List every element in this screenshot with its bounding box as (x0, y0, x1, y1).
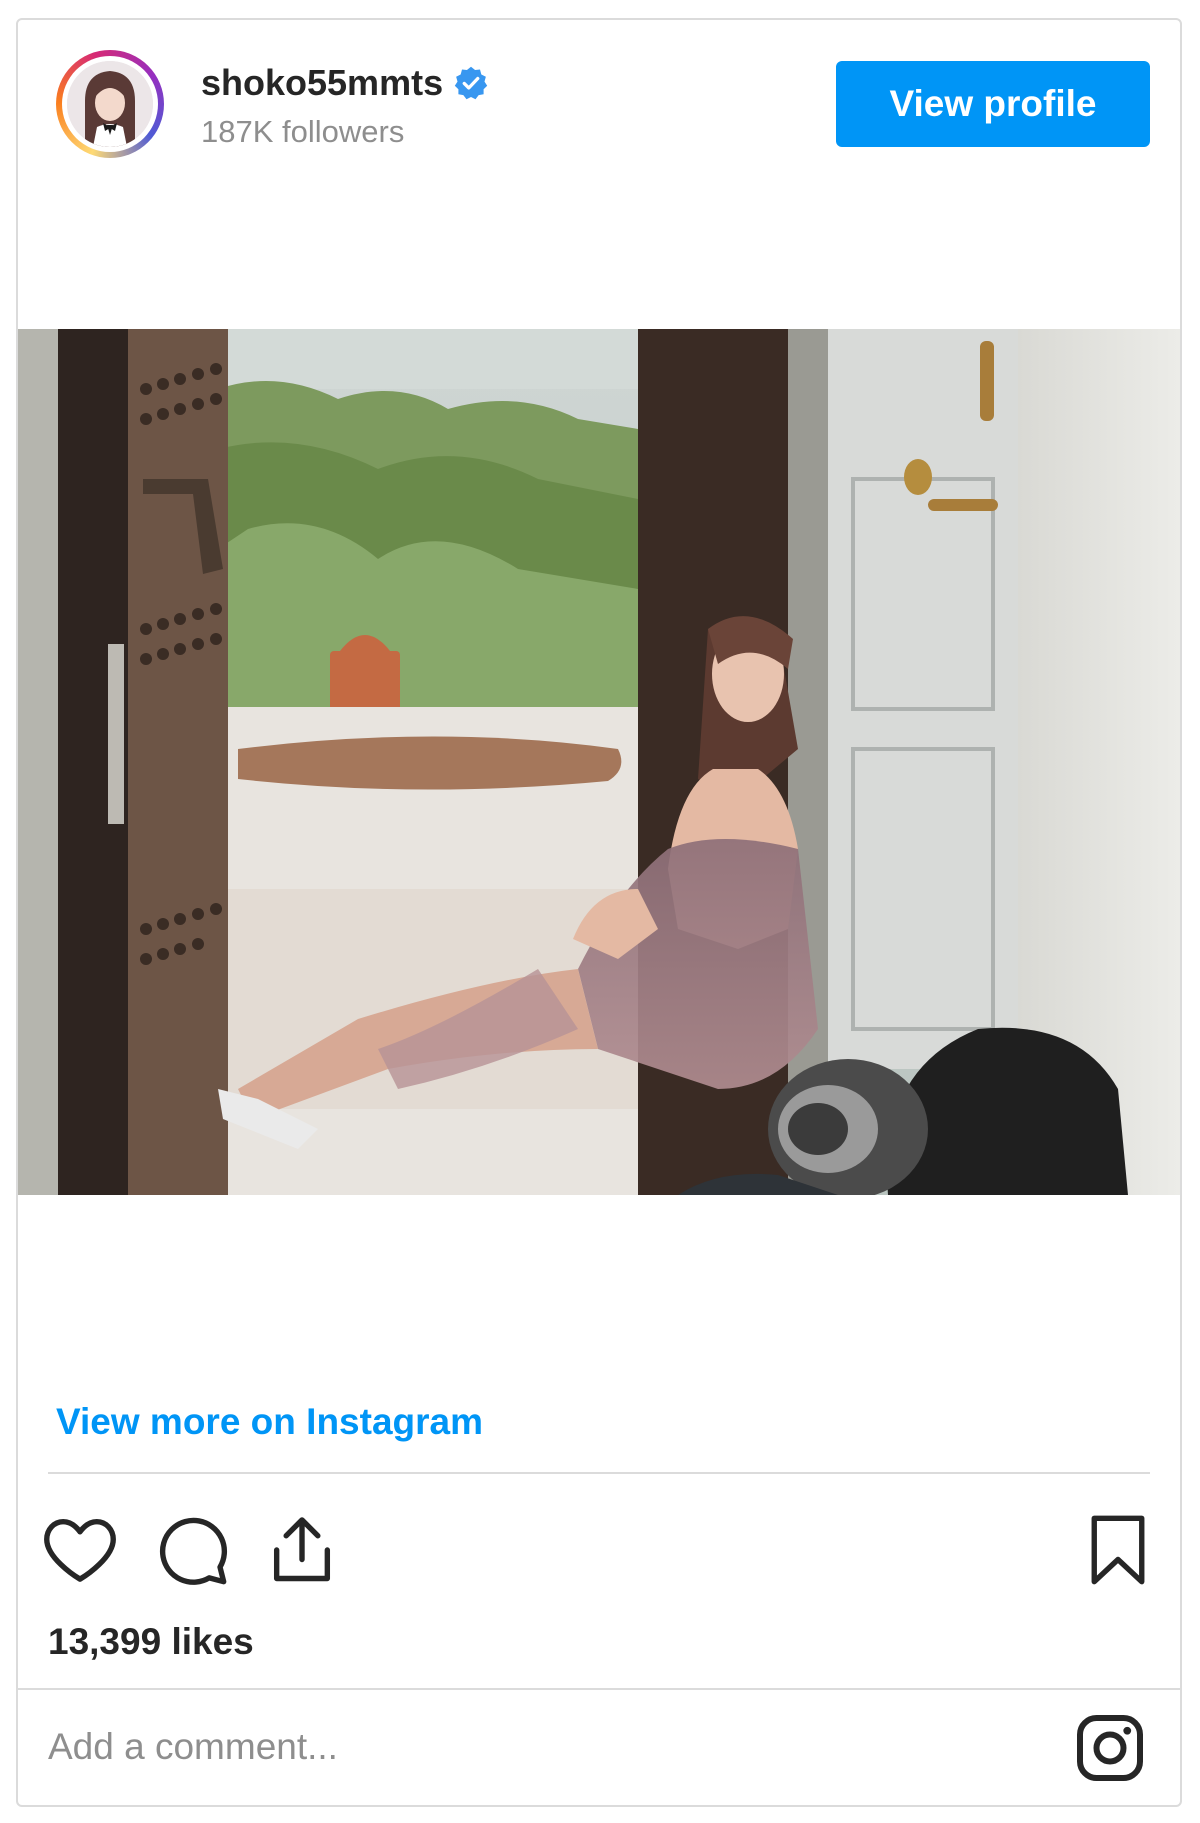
avatar-image (67, 61, 153, 147)
instagram-icon[interactable] (1074, 1712, 1146, 1784)
username[interactable]: shoko55mmts (201, 62, 443, 104)
comment-icon[interactable] (154, 1512, 230, 1588)
avatar[interactable] (56, 50, 164, 158)
post-photo[interactable] (18, 329, 1180, 1195)
post-photo-illustration (18, 329, 1180, 1195)
divider (18, 1688, 1180, 1690)
share-icon[interactable] (264, 1512, 340, 1588)
verified-badge-icon (454, 66, 488, 100)
instagram-embed-card: shoko55mmts 187K followers View profile (16, 18, 1182, 1807)
bookmark-icon[interactable] (1080, 1512, 1156, 1588)
likes-count: 13,399 likes (48, 1621, 254, 1662)
heart-icon[interactable] (42, 1512, 118, 1588)
view-more-on-instagram-link[interactable]: View more on Instagram (56, 1401, 483, 1443)
divider (48, 1472, 1150, 1474)
view-profile-button[interactable]: View profile (836, 61, 1150, 147)
followers-count: 187K followers (201, 114, 405, 149)
comment-input[interactable] (46, 1716, 870, 1778)
